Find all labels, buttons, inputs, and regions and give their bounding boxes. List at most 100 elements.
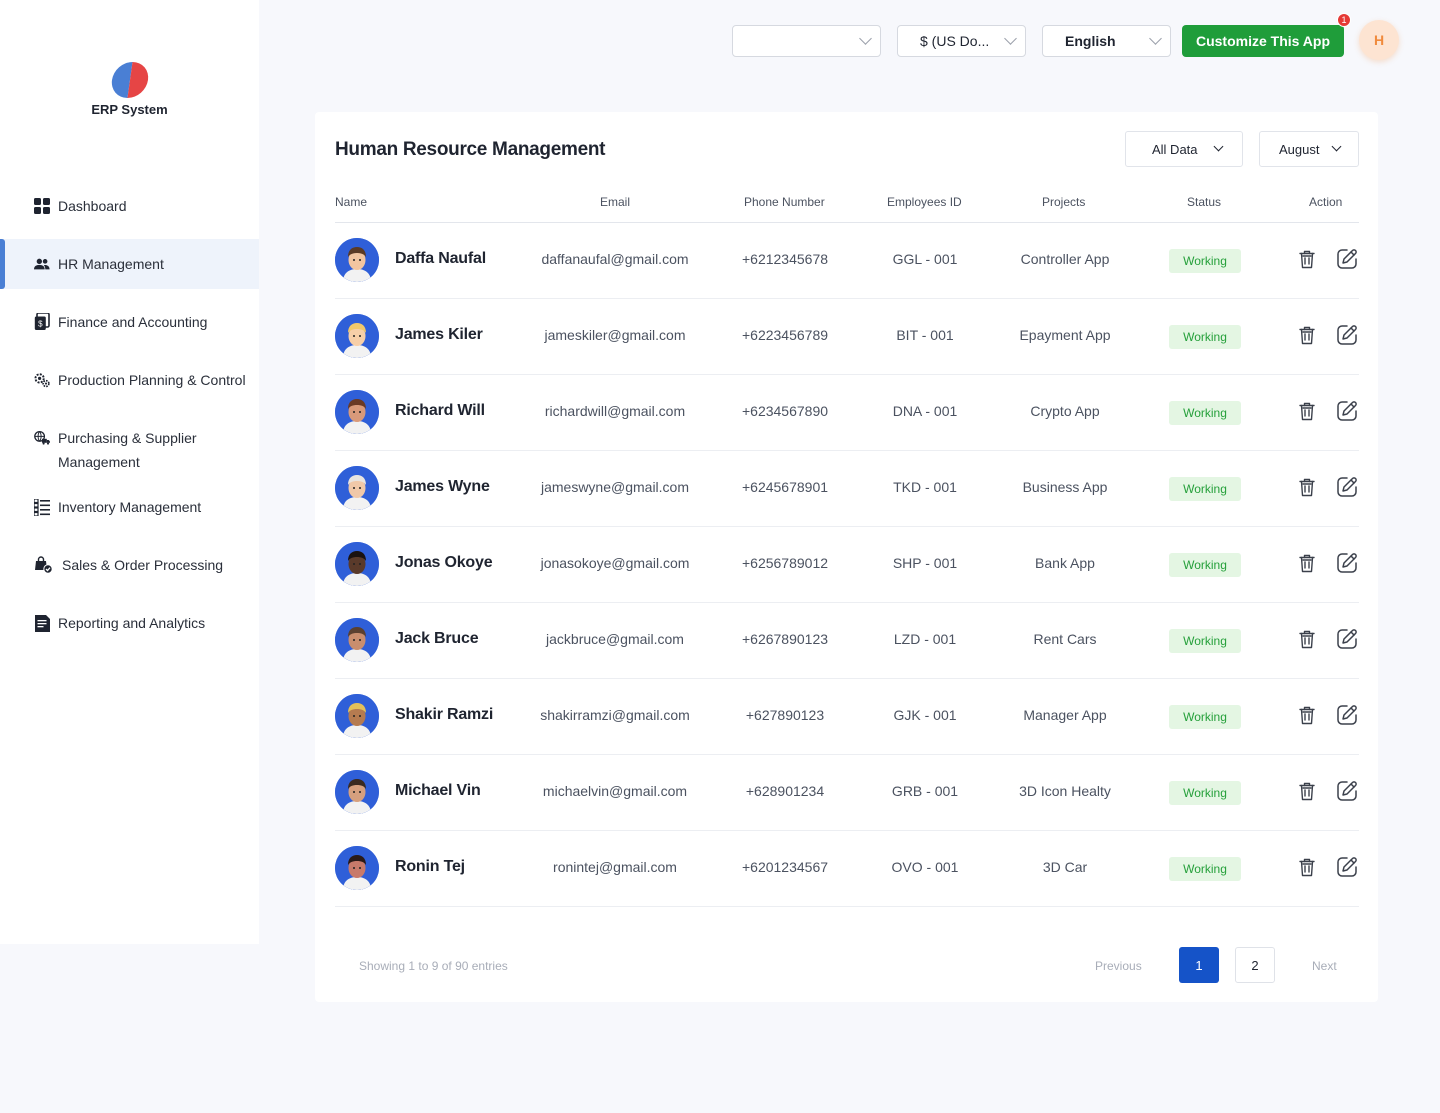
sidebar-item-reporting[interactable]: Reporting and Analytics	[0, 611, 259, 635]
edit-icon[interactable]	[1335, 247, 1359, 271]
employee-project: 3D Icon Healty	[1019, 783, 1111, 799]
brand-logo[interactable]: ERP System	[0, 62, 259, 117]
sidebar-item-label: Sales & Order Processing	[62, 557, 224, 573]
report-icon	[34, 614, 50, 632]
delete-icon[interactable]	[1295, 627, 1319, 651]
data-filter-dropdown[interactable]: All Data	[1125, 131, 1243, 167]
delete-icon[interactable]	[1295, 247, 1319, 271]
sidebar-item-purchasing[interactable]: Purchasing & Supplier Management	[0, 426, 259, 474]
delete-icon[interactable]	[1295, 323, 1319, 347]
notification-badge: 1	[1337, 13, 1351, 27]
employee-project: Business App	[1022, 479, 1108, 495]
brand-name: ERP System	[91, 102, 168, 117]
table-row: Shakir Ramzi shakirramzi@gmail.com +627890…	[335, 679, 1359, 755]
filter-value: August	[1279, 141, 1320, 157]
employee-id: LZD - 001	[893, 631, 957, 647]
status-badge: Working	[1169, 325, 1241, 349]
status-badge: Working	[1169, 401, 1241, 425]
delete-icon[interactable]	[1295, 703, 1319, 727]
employee-phone: +6267890123	[741, 631, 829, 647]
table-row: Michael Vin michaelvin@gmail.com +62890123…	[335, 755, 1359, 831]
column-header-email: Email	[600, 195, 631, 209]
employee-project: 3D Car	[1042, 859, 1088, 875]
status-badge: Working	[1169, 249, 1241, 273]
employee-phone: +628901234	[745, 783, 825, 799]
sidebar-item-dashboard[interactable]: Dashboard	[0, 194, 259, 218]
edit-icon[interactable]	[1335, 475, 1359, 499]
delete-icon[interactable]	[1295, 399, 1319, 423]
employee-email: jameskiler@gmail.com	[544, 327, 686, 343]
chevron-down-icon	[1213, 141, 1224, 152]
delete-icon[interactable]	[1295, 855, 1319, 879]
employee-project: Manager App	[1023, 707, 1107, 723]
employee-name: Ronin Tej	[395, 858, 465, 875]
delete-icon[interactable]	[1295, 475, 1319, 499]
hr-table-card: Human Resource Management All Data Augus…	[315, 112, 1378, 1002]
status-badge: Working	[1169, 477, 1241, 501]
employee-avatar	[335, 846, 379, 890]
list-icon	[34, 498, 50, 516]
sidebar-item-label: Reporting and Analytics	[58, 615, 206, 631]
employee-email: jameswyne@gmail.com	[540, 479, 690, 495]
employee-project: Rent Cars	[1033, 631, 1097, 647]
sidebar-item-production[interactable]: Production Planning & Control	[0, 368, 259, 392]
page-title: Human Resource Management	[335, 139, 606, 160]
chevron-down-icon	[1331, 141, 1342, 152]
sidebar-item-hr-management[interactable]: HR Management	[0, 239, 259, 289]
currency-select[interactable]: $ (US Do...	[897, 25, 1026, 57]
status-badge: Working	[1169, 705, 1241, 729]
column-header-status: Status	[1187, 195, 1222, 209]
page-2-button[interactable]: 2	[1235, 947, 1275, 983]
customize-app-button[interactable]: Customize This App	[1182, 25, 1344, 57]
table-row: James Wyne jameswyne@gmail.com +6245678901…	[335, 451, 1359, 527]
employee-id: OVO - 001	[891, 859, 959, 875]
logo-icon	[108, 62, 151, 98]
status-badge: Working	[1169, 781, 1241, 805]
page-1-button[interactable]: 1	[1179, 947, 1219, 983]
edit-icon[interactable]	[1335, 399, 1359, 423]
employee-email: jackbruce@gmail.com	[546, 631, 684, 647]
employee-id: GJK - 001	[893, 707, 957, 723]
sidebar-item-label: Purchasing & Supplier Management	[58, 430, 197, 470]
employee-avatar	[335, 542, 379, 586]
employee-project: Bank App	[1035, 555, 1095, 571]
employee-project: Epayment App	[1019, 327, 1111, 343]
employee-phone: +6245678901	[741, 479, 829, 495]
employee-name: James Kiler	[395, 326, 483, 343]
edit-icon[interactable]	[1335, 779, 1359, 803]
employee-avatar	[335, 390, 379, 434]
month-filter-dropdown[interactable]: August	[1259, 131, 1359, 167]
edit-icon[interactable]	[1335, 627, 1359, 651]
employee-email: ronintej@gmail.com	[553, 859, 677, 875]
edit-icon[interactable]	[1335, 551, 1359, 575]
sidebar-item-inventory[interactable]: Inventory Management	[0, 495, 259, 519]
user-avatar[interactable]: H	[1359, 20, 1399, 60]
column-header-phone: Phone Number	[744, 195, 825, 209]
employee-avatar	[335, 618, 379, 662]
edit-icon[interactable]	[1335, 703, 1359, 727]
table-row: Ronin Tej ronintej@gmail.com +6201234567 OV…	[335, 831, 1359, 907]
employee-id: GGL - 001	[892, 251, 958, 267]
employee-name: Shakir Ramzi	[395, 706, 494, 723]
edit-icon[interactable]	[1335, 323, 1359, 347]
status-badge: Working	[1169, 857, 1241, 881]
sidebar-item-sales[interactable]: Sales & Order Processing	[0, 553, 259, 577]
empty-select[interactable]	[732, 25, 881, 57]
previous-page-button[interactable]: Previous	[1095, 959, 1142, 973]
next-page-button[interactable]: Next	[1312, 959, 1337, 973]
employee-email: daffanaufal@gmail.com	[541, 251, 689, 267]
employee-phone: +6223456789	[741, 327, 829, 343]
employee-phone: +627890123	[745, 707, 825, 723]
edit-icon[interactable]	[1335, 855, 1359, 879]
language-select[interactable]: English	[1042, 25, 1171, 57]
wallet-icon: $	[34, 313, 50, 330]
employee-email: michaelvin@gmail.com	[542, 783, 688, 799]
employee-id: TKD - 001	[893, 479, 957, 495]
sidebar-item-finance[interactable]: $ Finance and Accounting	[0, 310, 259, 334]
employee-id: BIT - 001	[896, 327, 954, 343]
table-row: Jonas Okoye jonasokoye@gmail.com +62567890…	[335, 527, 1359, 603]
delete-icon[interactable]	[1295, 779, 1319, 803]
employee-phone: +6212345678	[741, 251, 829, 267]
delete-icon[interactable]	[1295, 551, 1319, 575]
employee-avatar	[335, 238, 379, 282]
